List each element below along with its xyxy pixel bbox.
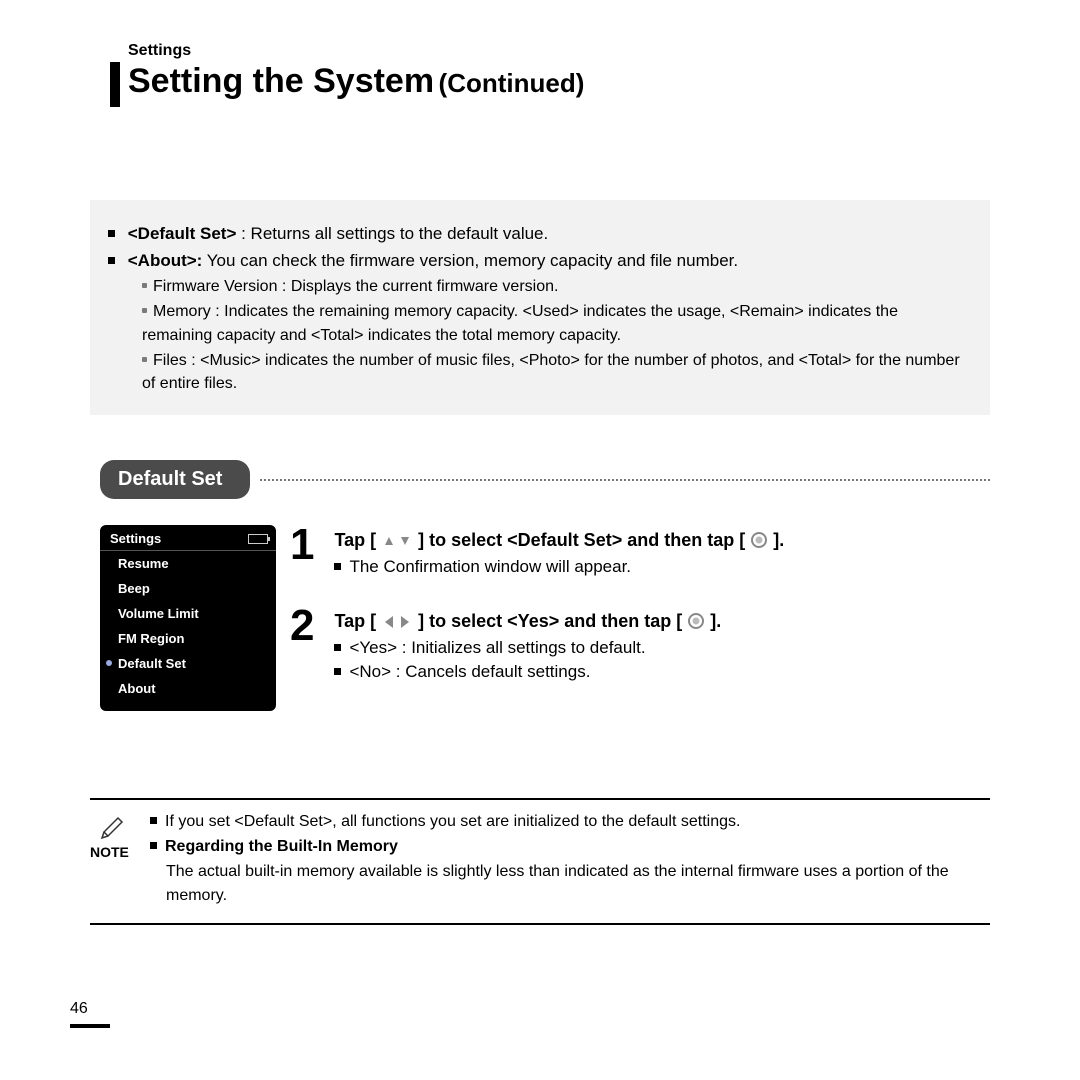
- step-number: 2: [290, 601, 330, 651]
- page-number: 46: [70, 1000, 88, 1018]
- note-row: Regarding the Built-In Memory: [150, 835, 990, 858]
- info-subitem: Firmware Version : Displays the current …: [142, 275, 972, 298]
- square-bullet-icon: [108, 230, 115, 237]
- square-bullet-icon: [150, 817, 157, 824]
- note-row: The actual built-in memory available is …: [166, 860, 990, 906]
- info-item: <Default Set> : Returns all settings to …: [108, 222, 972, 247]
- info-subitem: Files : <Music> indicates the number of …: [142, 349, 972, 395]
- note-pencil-icon: [98, 810, 128, 845]
- info-text: You can check the firmware version, memo…: [202, 251, 738, 270]
- device-menu-item: Default Set: [100, 651, 276, 676]
- device-menu-item: Volume Limit: [100, 601, 276, 626]
- device-menu-item: About: [100, 676, 276, 701]
- device-header: Settings: [100, 525, 276, 551]
- dot-bullet-icon: [142, 283, 147, 288]
- info-bold: <Default Set>: [128, 224, 237, 243]
- square-bullet-icon: [334, 644, 341, 651]
- device-menu-item: Resume: [100, 551, 276, 576]
- info-bold: <About>:: [128, 251, 203, 270]
- step-instruction: Tap [ ] to select <Default Set> and then…: [334, 530, 784, 550]
- step-number: 1: [290, 520, 330, 570]
- section-tab: Default Set: [100, 460, 250, 499]
- page-title-block: Setting the System (Continued): [110, 62, 584, 107]
- up-down-arrows-icon: [381, 533, 413, 549]
- square-bullet-icon: [334, 668, 341, 675]
- step-sub: <Yes> : Initializes all settings to defa…: [334, 638, 974, 658]
- steps: 1 Tap [ ] to select <Default Set> and th…: [290, 520, 990, 706]
- square-bullet-icon: [334, 563, 341, 570]
- step-sub: The Confirmation window will appear.: [334, 557, 974, 577]
- device-title: Settings: [110, 531, 161, 546]
- info-item: <About>: You can check the firmware vers…: [108, 249, 972, 274]
- device-menu-item: FM Region: [100, 626, 276, 651]
- dot-bullet-icon: [142, 308, 147, 313]
- square-bullet-icon: [108, 257, 115, 264]
- info-subitem: Memory : Indicates the remaining memory …: [142, 300, 972, 346]
- section-label: Settings: [128, 42, 191, 60]
- page-title-continued: (Continued): [439, 68, 585, 98]
- step-instruction: Tap [ ] to select <Yes> and then tap [ ]…: [334, 611, 721, 631]
- info-box: <Default Set> : Returns all settings to …: [90, 200, 990, 415]
- square-bullet-icon: [150, 842, 157, 849]
- device-menu-item: Beep: [100, 576, 276, 601]
- note-block: NOTE If you set <Default Set>, all funct…: [90, 798, 990, 925]
- section-header-row: Default Set: [100, 460, 990, 499]
- step: 1 Tap [ ] to select <Default Set> and th…: [290, 520, 990, 577]
- left-right-arrows-icon: [381, 614, 413, 630]
- info-text: : Returns all settings to the default va…: [236, 224, 548, 243]
- select-circle-icon: [687, 612, 705, 630]
- dot-bullet-icon: [142, 357, 147, 362]
- step-sub: <No> : Cancels default settings.: [334, 662, 974, 682]
- dotted-divider: [260, 479, 990, 481]
- select-circle-icon: [750, 531, 768, 549]
- info-sublist: Firmware Version : Displays the current …: [142, 275, 972, 395]
- page-number-bar: [70, 1024, 110, 1028]
- step: 2 Tap [ ] to select <Yes> and then tap […: [290, 601, 990, 682]
- battery-icon: [248, 534, 268, 544]
- note-row: If you set <Default Set>, all functions …: [150, 810, 990, 833]
- note-label: NOTE: [90, 844, 129, 860]
- device-screenshot: Settings ResumeBeepVolume LimitFM Region…: [100, 525, 276, 711]
- page-title: Setting the System: [128, 62, 434, 100]
